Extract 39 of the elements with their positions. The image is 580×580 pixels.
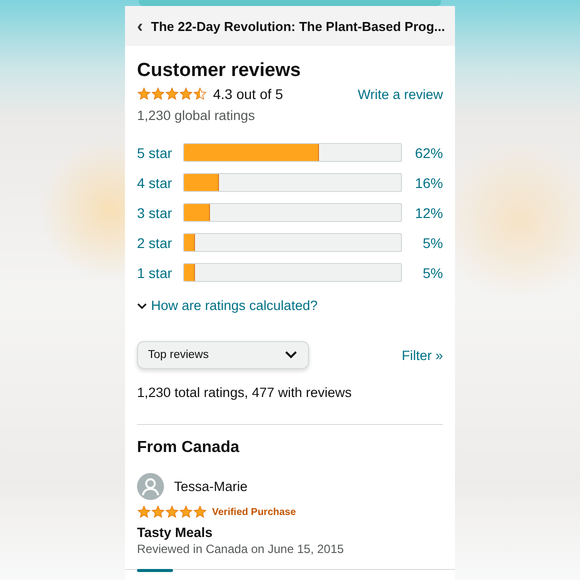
percentage-link[interactable]: 5% (402, 234, 443, 250)
star-filter-link[interactable]: 3 star (137, 204, 183, 220)
star-icon (179, 87, 193, 101)
percentage-link[interactable]: 62% (402, 144, 443, 160)
tab-indicator (137, 569, 173, 572)
ratings-info-link[interactable]: How are ratings calculated? (151, 298, 318, 313)
chevron-down-icon (137, 300, 147, 310)
verified-purchase-label: Verified Purchase (212, 506, 296, 518)
percentage-link[interactable]: 12% (402, 204, 443, 220)
back-button[interactable]: ‹ (137, 16, 143, 36)
star-icon (165, 87, 179, 101)
global-ratings: 1,230 global ratings (137, 108, 256, 123)
star-icon (151, 505, 165, 519)
avatar-icon (137, 473, 164, 500)
star-icon (193, 87, 207, 101)
filter-link[interactable]: Filter » (402, 348, 443, 362)
star-icon (179, 505, 193, 519)
write-review-link[interactable]: Write a review (358, 86, 443, 102)
star-icon (137, 87, 151, 101)
star-icon (151, 87, 165, 101)
star-filter-link[interactable]: 5 star (137, 144, 183, 160)
star-icon (137, 505, 151, 519)
chevron-down-icon (284, 350, 298, 360)
average-rating: 4.3 out of 5 (213, 86, 284, 102)
review-date: Reviewed in Canada on June 15, 2015 (137, 542, 345, 556)
star-filter-link[interactable]: 4 star (137, 174, 183, 190)
percentage-link[interactable]: 5% (402, 264, 443, 280)
section-heading: Customer reviews (137, 60, 302, 82)
star-filter-link[interactable]: 2 star (137, 234, 183, 250)
star-icon (193, 505, 207, 519)
percentage-link[interactable]: 16% (402, 174, 443, 190)
page-title: The 22-Day Revolution: The Plant-Based Prog... (151, 18, 445, 34)
review-title: Tasty Meals (137, 525, 214, 540)
star-icon (165, 505, 179, 519)
sort-dropdown[interactable]: Top reviews (137, 341, 309, 369)
star-filter-link[interactable]: 1 star (137, 264, 183, 280)
reviewer-name: Tessa-Marie (174, 479, 248, 494)
section-heading: From Canada (137, 439, 240, 457)
ratings-total: 1,230 total ratings, 477 with reviews (137, 385, 353, 400)
